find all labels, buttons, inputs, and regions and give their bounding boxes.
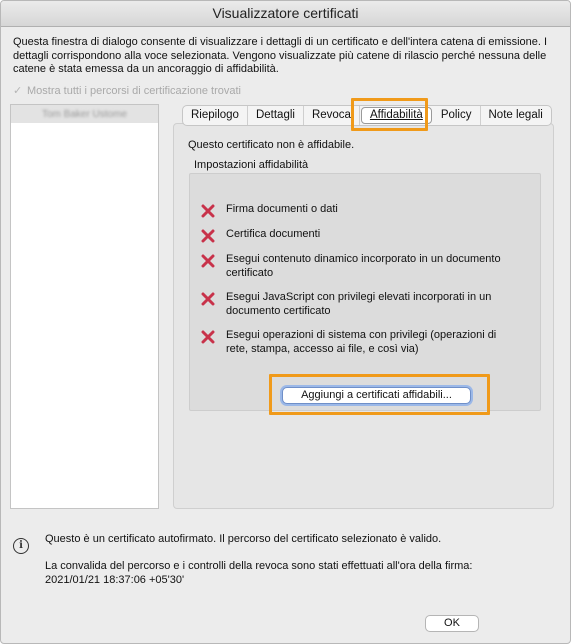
- tab-bar: Riepilogo Dettagli Revoca Affidabilità P…: [182, 105, 552, 126]
- permission-label-cont: rete, stampa, accesso ai file, e così vi…: [226, 342, 419, 355]
- tab-dettagli[interactable]: Dettagli: [248, 106, 304, 125]
- validity-message: Questo è un certificato autofirmato. Il …: [45, 533, 442, 545]
- permission-label: Esegui operazioni di sistema con privile…: [226, 329, 497, 341]
- permission-label: Firma documenti o dati: [226, 203, 338, 215]
- checkmark-icon: ✓: [13, 85, 23, 97]
- ok-button[interactable]: OK: [425, 615, 479, 632]
- tab-note-legali[interactable]: Note legali: [481, 106, 551, 125]
- trust-settings-label: Impostazioni affidabilità: [194, 159, 309, 171]
- permission-label: Esegui contenuto dinamico incorporato in…: [226, 253, 501, 265]
- permission-item: Esegui JavaScript con privilegi elevati …: [199, 290, 529, 318]
- show-all-paths-label: Mostra tutti i percorsi di certificazion…: [27, 84, 241, 97]
- tab-revoca[interactable]: Revoca: [304, 106, 360, 125]
- tab-riepilogo[interactable]: Riepilogo: [183, 106, 248, 125]
- validation-time-label: La convalida del percorso e i controlli …: [45, 560, 473, 572]
- permission-label: Certifica documenti: [226, 228, 321, 240]
- tab-affidabilita[interactable]: Affidabilità: [360, 107, 432, 124]
- permission-item: Certifica documenti: [199, 227, 529, 244]
- red-x-icon: [199, 290, 216, 307]
- intro-line-1: Questa finestra di dialogo consente di v…: [13, 36, 548, 48]
- window-title: Visualizzatore certificati: [1, 1, 570, 27]
- red-x-icon: [199, 252, 216, 269]
- add-to-trusted-certificates-button[interactable]: Aggiungi a certificati affidabili...: [282, 387, 471, 404]
- permission-item: Esegui contenuto dinamico incorporato in…: [199, 252, 529, 280]
- show-all-paths-checkbox[interactable]: ✓ Mostra tutti i percorsi di certificazi…: [13, 84, 241, 98]
- permission-item: Firma documenti o dati: [199, 202, 529, 219]
- validation-timestamp: 2021/01/21 18:37:06 +05'30': [45, 573, 185, 586]
- red-x-icon: [199, 227, 216, 244]
- red-x-icon: [199, 328, 216, 345]
- permission-label-cont: documento certificato: [226, 304, 331, 317]
- certificate-chain-list[interactable]: Tom Baker Ustome: [10, 104, 159, 509]
- permission-item: Esegui operazioni di sistema con privile…: [199, 328, 529, 356]
- tab-policy[interactable]: Policy: [433, 106, 481, 125]
- intro-line-2: dettagli corrispondono alla voce selezio…: [13, 49, 547, 62]
- permission-label: Esegui JavaScript con privilegi elevati …: [226, 291, 492, 303]
- intro-text: Questa finestra di dialogo consente di v…: [13, 36, 558, 77]
- info-icon: i: [13, 538, 29, 554]
- red-x-icon: [199, 202, 216, 219]
- permission-label-cont: certificato: [226, 266, 274, 279]
- certificate-list-item[interactable]: Tom Baker Ustome: [11, 105, 158, 123]
- certificate-list-item-label: Tom Baker Ustome: [41, 108, 128, 120]
- intro-line-3: catene è stata emessa da un ancoraggio d…: [13, 63, 279, 75]
- certificate-viewer-dialog: Visualizzatore certificati Questa finest…: [0, 0, 571, 644]
- validation-time-message: La convalida del percorso e i controlli …: [45, 560, 472, 587]
- trust-status-text: Questo certificato non è affidabile.: [188, 139, 355, 151]
